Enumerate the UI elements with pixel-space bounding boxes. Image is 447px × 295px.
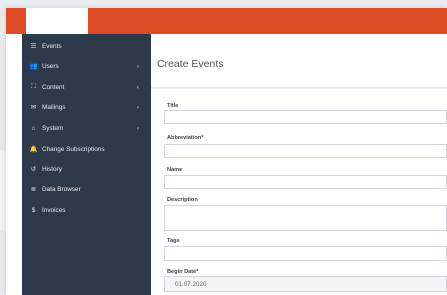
sidebar-item-mailings[interactable]: ✉ Mailings ‹ <box>22 97 151 117</box>
abbreviation-field[interactable] <box>164 144 447 158</box>
sidebar-item-label: Data Browser <box>42 185 81 193</box>
sidebar: ☰ Events 👥 Users ‹ ⛶ Content ‹ ✉ Mailing… <box>22 34 151 295</box>
page-title: Create Events <box>157 58 224 70</box>
sidebar-item-change-subscriptions[interactable]: 🔔 Change Subscriptions <box>22 139 151 159</box>
description-label: Description <box>167 197 198 203</box>
list-icon: ☰ <box>30 43 37 50</box>
bank-icon: ⌂ <box>31 124 36 132</box>
main-content: Create Events Title Abbreviation* Name D… <box>151 34 447 295</box>
sidebar-item-label: History <box>42 165 62 173</box>
history-icon: ↺ <box>30 166 37 173</box>
database-icon: ≣ <box>30 186 37 193</box>
bell-icon: 🔔 <box>29 146 38 153</box>
tags-label: Tags <box>167 238 180 244</box>
logo-area[interactable] <box>26 8 88 34</box>
dollar-icon: $ <box>31 206 36 214</box>
chevron-left-icon: ‹ <box>136 83 140 91</box>
sidebar-item-data-browser[interactable]: ≣ Data Browser <box>22 179 151 199</box>
sidebar-item-label: Mailings <box>42 103 66 111</box>
sidebar-item-label: Invoices <box>42 206 66 214</box>
begin-date-label: Begin Date* <box>167 269 199 275</box>
sidebar-item-content[interactable]: ⛶ Content ‹ <box>22 77 151 97</box>
sidebar-item-events[interactable]: ☰ Events <box>22 36 151 56</box>
users-icon: 👥 <box>29 63 38 70</box>
sidebar-item-label: Content <box>42 83 65 91</box>
tags-field[interactable] <box>164 246 447 261</box>
sidebar-item-label: Change Subscriptions <box>42 145 105 153</box>
create-event-form: Title Abbreviation* Name Description Tag… <box>151 88 447 295</box>
sidebar-item-label: Events <box>42 42 62 50</box>
sidebar-item-invoices[interactable]: $ Invoices <box>22 200 151 220</box>
sidebar-item-label: System <box>42 124 64 132</box>
page-header: Create Events <box>151 34 447 88</box>
app-window: ☰ Events 👥 Users ‹ ⛶ Content ‹ ✉ Mailing… <box>6 8 447 295</box>
name-label: Name <box>167 167 183 173</box>
top-bar <box>6 8 447 34</box>
sidebar-item-users[interactable]: 👥 Users ‹ <box>22 56 151 76</box>
chevron-left-icon: ‹ <box>136 103 140 111</box>
sitemap-icon: ⛶ <box>31 83 36 90</box>
sidebar-item-history[interactable]: ↺ History <box>22 159 151 179</box>
chevron-left-icon: ‹ <box>136 62 140 70</box>
begin-date-field[interactable]: 01.07.2020 <box>164 276 447 292</box>
chevron-left-icon: ‹ <box>136 124 140 132</box>
description-field[interactable] <box>164 205 447 231</box>
name-field[interactable] <box>164 175 447 189</box>
title-field[interactable] <box>164 110 447 124</box>
envelope-icon: ✉ <box>30 104 37 111</box>
sidebar-item-system[interactable]: ⌂ System ‹ <box>22 118 151 138</box>
abbreviation-label: Abbreviation* <box>167 135 204 141</box>
sidebar-item-label: Users <box>42 62 59 70</box>
title-label: Title <box>167 103 179 109</box>
